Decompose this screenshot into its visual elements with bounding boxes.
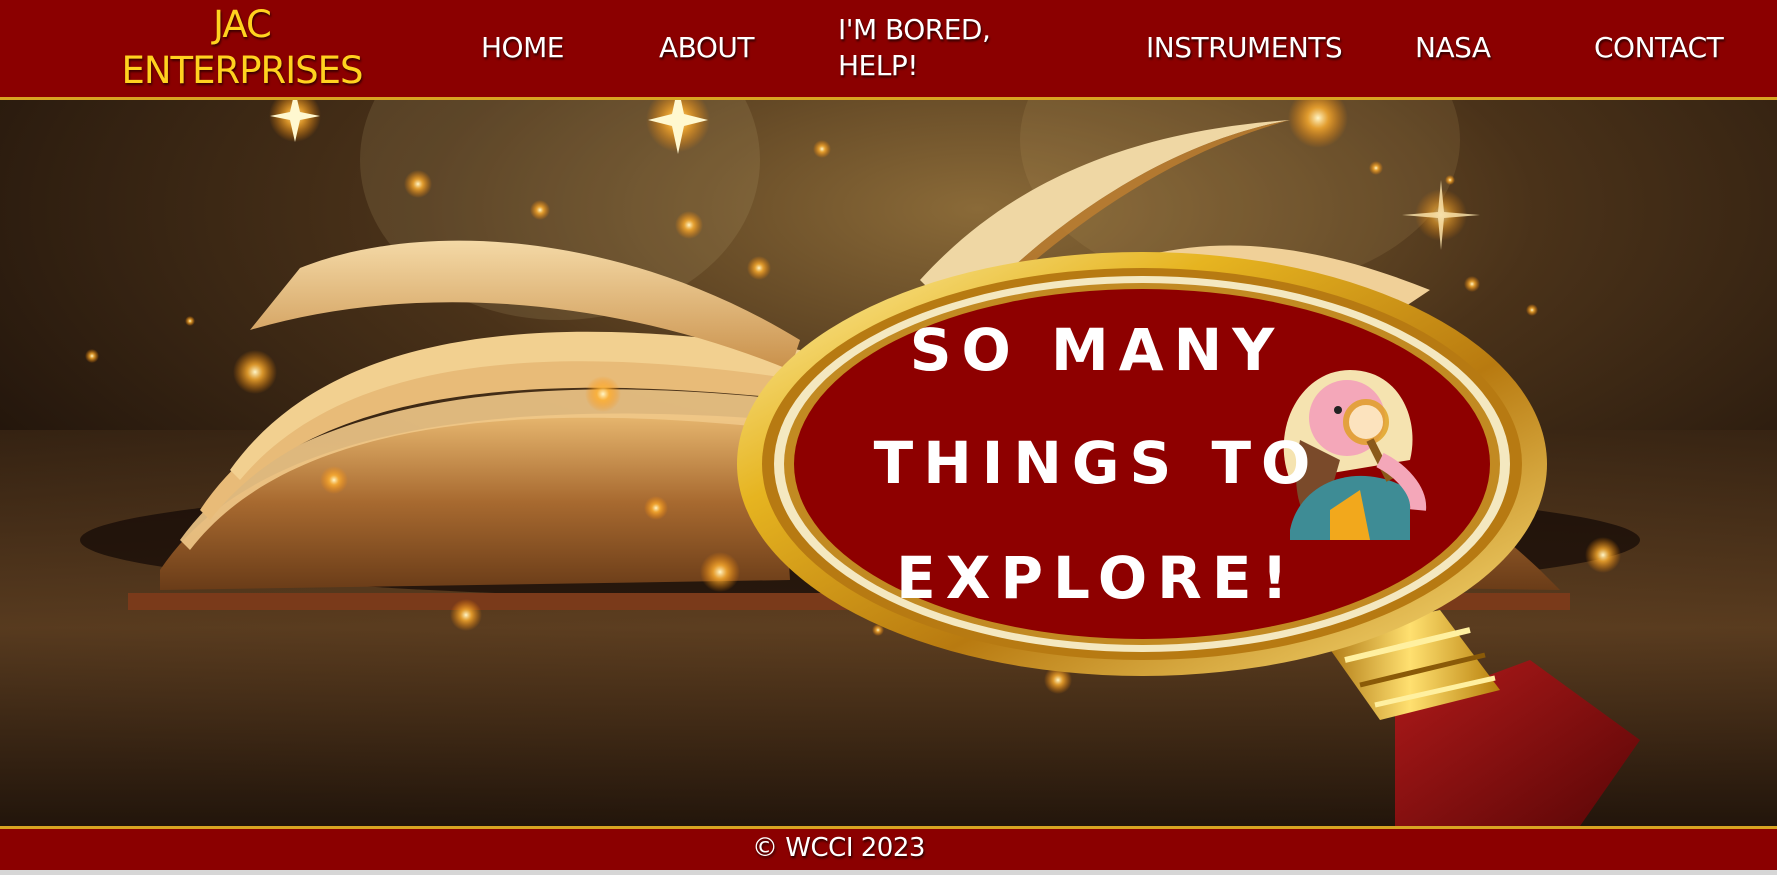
banner-line-1: SO MANY (910, 316, 1284, 384)
footer-copyright: © WCCI 2023 (752, 833, 925, 863)
hero-banner: SO MANY THINGS TO EXPLORE! (0, 100, 1777, 826)
banner-line-2: THINGS TO (874, 429, 1321, 497)
page: JAC ENTERPRISES HOME ABOUT I'M BORED, HE… (0, 0, 1777, 875)
logo-line-1: JAC (213, 3, 272, 46)
nav-bored-link[interactable]: I'M BORED, HELP! (838, 12, 1028, 84)
nav-about-link[interactable]: ABOUT (659, 30, 755, 66)
site-logo[interactable]: JAC ENTERPRISES (112, 2, 372, 94)
horizontal-scrollbar[interactable] (0, 870, 1777, 875)
logo-line-2: ENTERPRISES (121, 49, 363, 92)
nav-contact-link[interactable]: CONTACT (1594, 30, 1724, 66)
nav-home-link[interactable]: HOME (481, 30, 564, 66)
banner-line-3: EXPLORE! (896, 544, 1298, 612)
site-footer: © WCCI 2023 (0, 826, 1777, 870)
hero-illustration: SO MANY THINGS TO EXPLORE! (0, 100, 1777, 826)
nav-nasa-link[interactable]: NASA (1415, 30, 1491, 66)
nav-instruments-link[interactable]: INSTRUMENTS (1146, 30, 1343, 66)
site-header: JAC ENTERPRISES HOME ABOUT I'M BORED, HE… (0, 0, 1777, 100)
